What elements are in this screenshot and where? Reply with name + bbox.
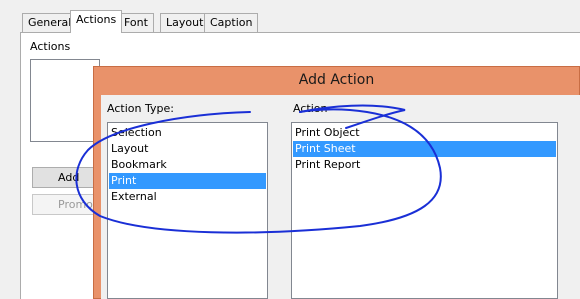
action-type-list[interactable]: Selection Layout Bookmark Print External (107, 122, 268, 299)
action-type-item-external[interactable]: External (109, 189, 266, 205)
action-item-print-object[interactable]: Print Object (293, 125, 556, 141)
action-list[interactable]: Print Object Print Sheet Print Report (291, 122, 558, 299)
promote-button[interactable]: Promote (32, 194, 104, 215)
tab-caption[interactable]: Caption (204, 13, 259, 32)
actions-label: Actions (30, 40, 71, 53)
action-item-print-report[interactable]: Print Report (293, 157, 556, 173)
dialog-title: Add Action (298, 72, 375, 88)
action-type-item-bookmark[interactable]: Bookmark (109, 157, 266, 173)
action-item-print-sheet[interactable]: Print Sheet (293, 141, 556, 157)
tab-layout[interactable]: Layout (160, 13, 210, 32)
action-type-item-print[interactable]: Print (109, 173, 266, 189)
tab-actions[interactable]: Actions (70, 10, 123, 33)
tab-font[interactable]: Font (118, 13, 154, 32)
action-type-label: Action Type: (107, 102, 174, 115)
action-label: Action (293, 102, 328, 115)
action-type-item-layout[interactable]: Layout (109, 141, 266, 157)
action-type-item-selection[interactable]: Selection (109, 125, 266, 141)
actions-list[interactable] (30, 59, 100, 142)
add-button[interactable]: Add (32, 167, 102, 188)
